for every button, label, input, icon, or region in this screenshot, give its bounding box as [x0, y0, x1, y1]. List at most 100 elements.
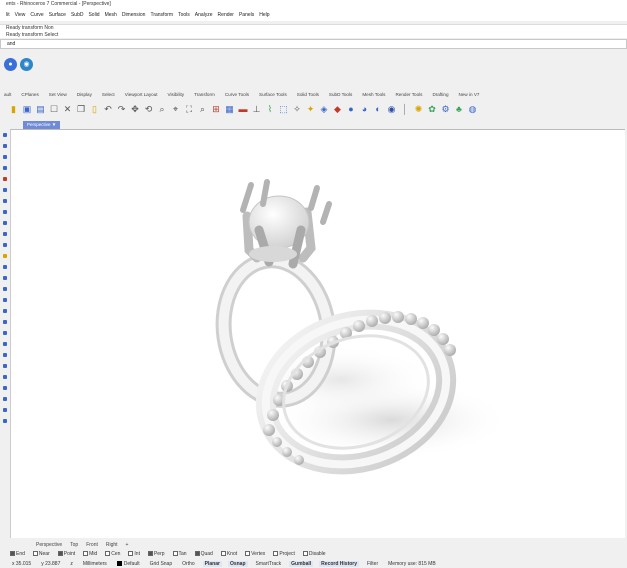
help-globe-icon[interactable]: ◉ — [20, 57, 33, 71]
tab-front[interactable]: Front — [86, 542, 98, 548]
planar-toggle[interactable]: Planar — [202, 560, 222, 567]
grasshopper-icon[interactable]: ✿ — [427, 104, 438, 115]
curve-tool-icon[interactable] — [3, 166, 7, 170]
four-views-icon[interactable]: ⊞ — [211, 104, 222, 115]
help-icon[interactable]: ◍ — [467, 104, 478, 115]
tab-visibility[interactable]: Visibility — [168, 92, 185, 97]
menu-view[interactable]: View — [15, 12, 26, 18]
extrude-tool-icon[interactable] — [3, 243, 7, 247]
menu-surface[interactable]: Surface — [49, 12, 66, 18]
properties-icon[interactable]: ☐ — [49, 104, 60, 115]
join-tool-icon[interactable] — [3, 386, 7, 390]
menu-render[interactable]: Render — [218, 12, 234, 18]
menu-dimension[interactable]: Dimension — [122, 12, 146, 18]
record-history-toggle[interactable]: Record History — [319, 560, 360, 567]
hide-icon[interactable]: ✧ — [292, 104, 303, 115]
perspective-viewport[interactable] — [10, 129, 625, 538]
tab-surface-tools[interactable]: Surface Tools — [259, 92, 287, 97]
osnap-quad[interactable]: Quad — [194, 551, 213, 557]
add-viewport-button[interactable]: + — [126, 542, 129, 548]
tab-transform[interactable]: Transform — [194, 92, 215, 97]
cut-icon[interactable]: ✕ — [62, 104, 73, 115]
tab-drafting[interactable]: Drafting — [432, 92, 448, 97]
mesh-tool-icon[interactable] — [3, 287, 7, 291]
viewports-icon[interactable]: ▦ — [224, 104, 235, 115]
osnap-knot[interactable]: Knot — [220, 551, 237, 557]
menu-panels[interactable]: Panels — [239, 12, 254, 18]
fillet-tool-icon[interactable] — [3, 309, 7, 313]
sphere-tool-icon[interactable] — [3, 265, 7, 269]
circle-tool-icon[interactable] — [3, 177, 7, 181]
surface-tool-icon[interactable] — [3, 232, 7, 236]
tab-top[interactable]: Top — [70, 542, 78, 548]
new-file-icon[interactable]: ▮ — [8, 104, 19, 115]
light-icon[interactable]: ✺ — [413, 104, 424, 115]
options-icon[interactable]: ⚙ — [440, 104, 451, 115]
set-cplane-icon[interactable]: ⊥ — [251, 104, 262, 115]
zoom-selected-icon[interactable]: ⌕ — [197, 104, 208, 115]
ortho-toggle[interactable]: Ortho — [180, 561, 197, 567]
plugin-icon[interactable]: ♣ — [454, 104, 465, 115]
tab-render-tools[interactable]: Render Tools — [395, 92, 422, 97]
print-icon[interactable]: ▤ — [35, 104, 46, 115]
gumball-toggle[interactable]: Gumball — [289, 560, 314, 567]
paste-icon[interactable]: ▯ — [89, 104, 100, 115]
trim-tool-icon[interactable] — [3, 364, 7, 368]
tab-right[interactable]: Right — [106, 542, 118, 548]
box-tool-icon[interactable] — [3, 254, 7, 258]
layer-selector[interactable]: Default — [115, 561, 142, 567]
lock-icon[interactable]: ✦ — [305, 104, 316, 115]
smarttrack-toggle[interactable]: SmartTrack — [254, 561, 284, 567]
menu-analyze[interactable]: Analyze — [195, 12, 213, 18]
menu-subd[interactable]: SubD — [71, 12, 84, 18]
command-input[interactable]: and — [0, 39, 627, 49]
menu-mesh[interactable]: Mesh — [105, 12, 117, 18]
arc-tool-icon[interactable] — [3, 188, 7, 192]
zoom-window-icon[interactable]: ⌖ — [170, 104, 181, 115]
rhino-logo-icon[interactable]: ● — [4, 57, 17, 71]
cylinder-tool-icon[interactable] — [3, 276, 7, 280]
osnap-tan[interactable]: Tan — [172, 551, 187, 557]
save-icon[interactable]: ▣ — [22, 104, 33, 115]
pan-icon[interactable]: ✥ — [130, 104, 141, 115]
tab-cplanes[interactable]: CPlanes — [21, 92, 38, 97]
copy-tool-icon[interactable] — [3, 331, 7, 335]
osnap-near[interactable]: Near — [32, 551, 50, 557]
properties-panel-icon[interactable]: ◆ — [332, 104, 343, 115]
render-preview-icon[interactable]: ◕ — [359, 104, 370, 115]
polygon-tool-icon[interactable] — [3, 210, 7, 214]
mirror-tool-icon[interactable] — [3, 342, 7, 346]
tab-subd-tools[interactable]: SubD Tools — [329, 92, 352, 97]
osnap-perp[interactable]: Perp — [147, 551, 165, 557]
zoom-extents-icon[interactable]: ⛶ — [184, 104, 195, 115]
menu-solid[interactable]: Solid — [88, 12, 99, 18]
environment-icon[interactable]: ◉ — [386, 104, 397, 115]
osnap-end[interactable]: End — [10, 551, 25, 557]
osnap-project[interactable]: Project — [273, 551, 295, 557]
construction-plane-icon[interactable]: ▬ — [238, 104, 249, 115]
point-tool-icon[interactable] — [3, 133, 7, 137]
tab-select[interactable]: Select — [102, 92, 115, 97]
snap-icon[interactable]: ⌇ — [265, 104, 276, 115]
materials-icon[interactable]: ◐ — [373, 104, 384, 115]
copy-icon[interactable]: ❐ — [76, 104, 87, 115]
rectangle-tool-icon[interactable] — [3, 199, 7, 203]
menu-help[interactable]: Help — [259, 12, 269, 18]
tab-mesh-tools[interactable]: Mesh Tools — [362, 92, 385, 97]
menu-tools[interactable]: Tools — [178, 12, 190, 18]
filter-toggle[interactable]: Filter — [365, 561, 380, 567]
tab-display[interactable]: Display — [77, 92, 92, 97]
zoom-icon[interactable]: ⌕ — [157, 104, 168, 115]
menu-curve[interactable]: Curve — [30, 12, 43, 18]
tab-perspective[interactable]: Perspective — [36, 542, 62, 548]
move-tool-icon[interactable] — [3, 320, 7, 324]
explode-tool-icon[interactable] — [3, 397, 7, 401]
osnap-mid[interactable]: Mid — [83, 551, 97, 557]
line-tool-icon[interactable] — [3, 144, 7, 148]
text-tool-icon[interactable] — [3, 221, 7, 225]
polyline-tool-icon[interactable] — [3, 155, 7, 159]
undo-icon[interactable]: ↶ — [103, 104, 114, 115]
menu-transform[interactable]: Transform — [150, 12, 173, 18]
viewport-title-tab[interactable]: Perspective ▼ — [23, 121, 61, 129]
tab-new-in-v7[interactable]: New in V7 — [459, 92, 480, 97]
